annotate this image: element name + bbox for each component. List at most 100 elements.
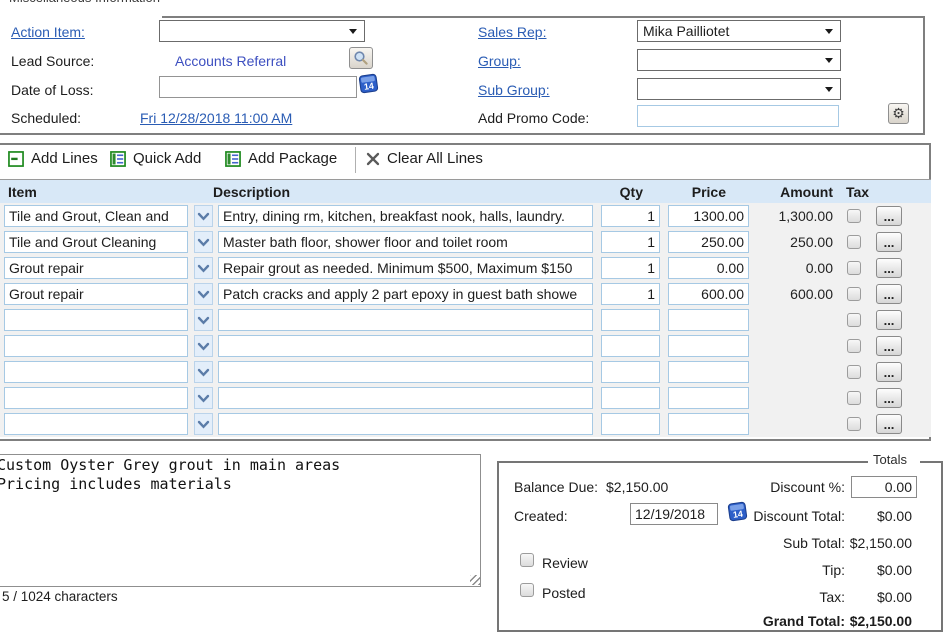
tax-checkbox[interactable]	[847, 313, 861, 327]
clear-all-lines-button[interactable]: Clear All Lines	[366, 150, 483, 167]
action-item-label[interactable]: Action Item:	[11, 24, 85, 40]
tax-checkbox[interactable]	[847, 365, 861, 379]
row-options-button[interactable]: ...	[876, 362, 902, 382]
description-input[interactable]	[218, 361, 593, 383]
qty-input[interactable]	[601, 413, 660, 435]
row-options-button[interactable]: ...	[876, 414, 902, 434]
quick-add-button[interactable]: Quick Add	[110, 150, 201, 167]
item-dropdown-button[interactable]	[194, 283, 213, 305]
header-amount: Amount	[733, 184, 833, 200]
row-options-button[interactable]: ...	[876, 206, 902, 226]
chevron-down-icon	[197, 420, 210, 429]
tax-checkbox[interactable]	[847, 391, 861, 405]
description-input[interactable]	[218, 205, 593, 227]
sales-rep-select[interactable]: Mika Pailliotet	[637, 20, 841, 42]
price-input[interactable]	[668, 231, 749, 253]
row-options-button[interactable]: ...	[876, 232, 902, 252]
tax-checkbox[interactable]	[847, 287, 861, 301]
sub-group-label[interactable]: Sub Group:	[478, 82, 550, 98]
row-options-button[interactable]: ...	[876, 336, 902, 356]
description-input[interactable]	[218, 283, 593, 305]
item-input[interactable]	[4, 309, 188, 331]
item-dropdown-button[interactable]	[194, 413, 213, 435]
row-options-button[interactable]: ...	[876, 284, 902, 304]
tax-checkbox[interactable]	[847, 209, 861, 223]
posted-checkbox[interactable]	[520, 583, 534, 597]
review-checkbox[interactable]	[520, 553, 534, 567]
table-header-row: Item Description Qty Price Amount Tax	[0, 179, 931, 203]
search-icon	[353, 50, 369, 66]
lead-source-search-button[interactable]	[349, 47, 373, 69]
item-input[interactable]	[4, 283, 188, 305]
description-input[interactable]	[218, 257, 593, 279]
qty-input[interactable]	[601, 205, 660, 227]
grand-total-value: $2,150.00	[832, 613, 912, 629]
item-input[interactable]	[4, 413, 188, 435]
action-item-select[interactable]	[159, 20, 365, 42]
sales-rep-label[interactable]: Sales Rep:	[478, 24, 546, 40]
row-options-button[interactable]: ...	[876, 310, 902, 330]
qty-input[interactable]	[601, 231, 660, 253]
textarea-resize-handle[interactable]	[470, 575, 480, 585]
date-of-loss-calendar-button[interactable]: 14	[358, 73, 379, 97]
description-input[interactable]	[218, 309, 593, 331]
tax-checkbox[interactable]	[847, 261, 861, 275]
qty-input[interactable]	[601, 361, 660, 383]
price-input[interactable]	[668, 309, 749, 331]
item-input[interactable]	[4, 231, 188, 253]
tax-checkbox[interactable]	[847, 235, 861, 249]
item-dropdown-button[interactable]	[194, 361, 213, 383]
scheduled-value-link[interactable]: Fri 12/28/2018 11:00 AM	[140, 110, 292, 126]
item-dropdown-button[interactable]	[194, 387, 213, 409]
description-input[interactable]	[218, 387, 593, 409]
price-input[interactable]	[668, 361, 749, 383]
item-dropdown-button[interactable]	[194, 335, 213, 357]
price-input[interactable]	[668, 413, 749, 435]
qty-input[interactable]	[601, 257, 660, 279]
group-label[interactable]: Group:	[478, 53, 521, 69]
discount-pct-input[interactable]	[851, 476, 917, 498]
sub-group-select[interactable]	[637, 78, 841, 100]
add-package-label: Add Package	[248, 150, 337, 167]
add-package-button[interactable]: Add Package	[225, 150, 337, 167]
group-select[interactable]	[637, 49, 841, 71]
qty-input[interactable]	[601, 309, 660, 331]
add-lines-button[interactable]: Add Lines	[8, 150, 98, 167]
amount-value: 0.00	[739, 260, 833, 276]
item-input[interactable]	[4, 387, 188, 409]
qty-input[interactable]	[601, 335, 660, 357]
item-input[interactable]	[4, 335, 188, 357]
item-dropdown-button[interactable]	[194, 205, 213, 227]
description-input[interactable]	[218, 335, 593, 357]
balance-due-value: $2,150.00	[606, 479, 668, 495]
price-input[interactable]	[668, 257, 749, 279]
price-input[interactable]	[668, 335, 749, 357]
header-price: Price	[646, 184, 726, 200]
description-input[interactable]	[218, 413, 593, 435]
qty-input[interactable]	[601, 283, 660, 305]
item-input[interactable]	[4, 257, 188, 279]
item-input[interactable]	[4, 205, 188, 227]
qty-input[interactable]	[601, 387, 660, 409]
table-row: ...	[0, 333, 931, 360]
tax-checkbox[interactable]	[847, 417, 861, 431]
description-input[interactable]	[218, 231, 593, 253]
item-dropdown-button[interactable]	[194, 257, 213, 279]
row-options-button[interactable]: ...	[876, 388, 902, 408]
row-options-button[interactable]: ...	[876, 258, 902, 278]
item-input[interactable]	[4, 361, 188, 383]
date-of-loss-input[interactable]	[159, 76, 357, 98]
chevron-down-icon	[197, 394, 210, 403]
price-input[interactable]	[668, 387, 749, 409]
item-dropdown-button[interactable]	[194, 309, 213, 331]
item-dropdown-button[interactable]	[194, 231, 213, 253]
notes-char-count: 5 / 1024 characters	[2, 589, 118, 604]
notes-textarea[interactable]: Custom Oyster Grey grout in main areas P…	[0, 454, 481, 587]
lead-source-value-link[interactable]: Accounts Referral	[175, 53, 286, 69]
clear-all-lines-label: Clear All Lines	[387, 150, 483, 167]
price-input[interactable]	[668, 283, 749, 305]
promo-code-options-button[interactable]: ⚙	[888, 103, 909, 124]
promo-code-input[interactable]	[637, 105, 839, 127]
price-input[interactable]	[668, 205, 749, 227]
tax-checkbox[interactable]	[847, 339, 861, 353]
